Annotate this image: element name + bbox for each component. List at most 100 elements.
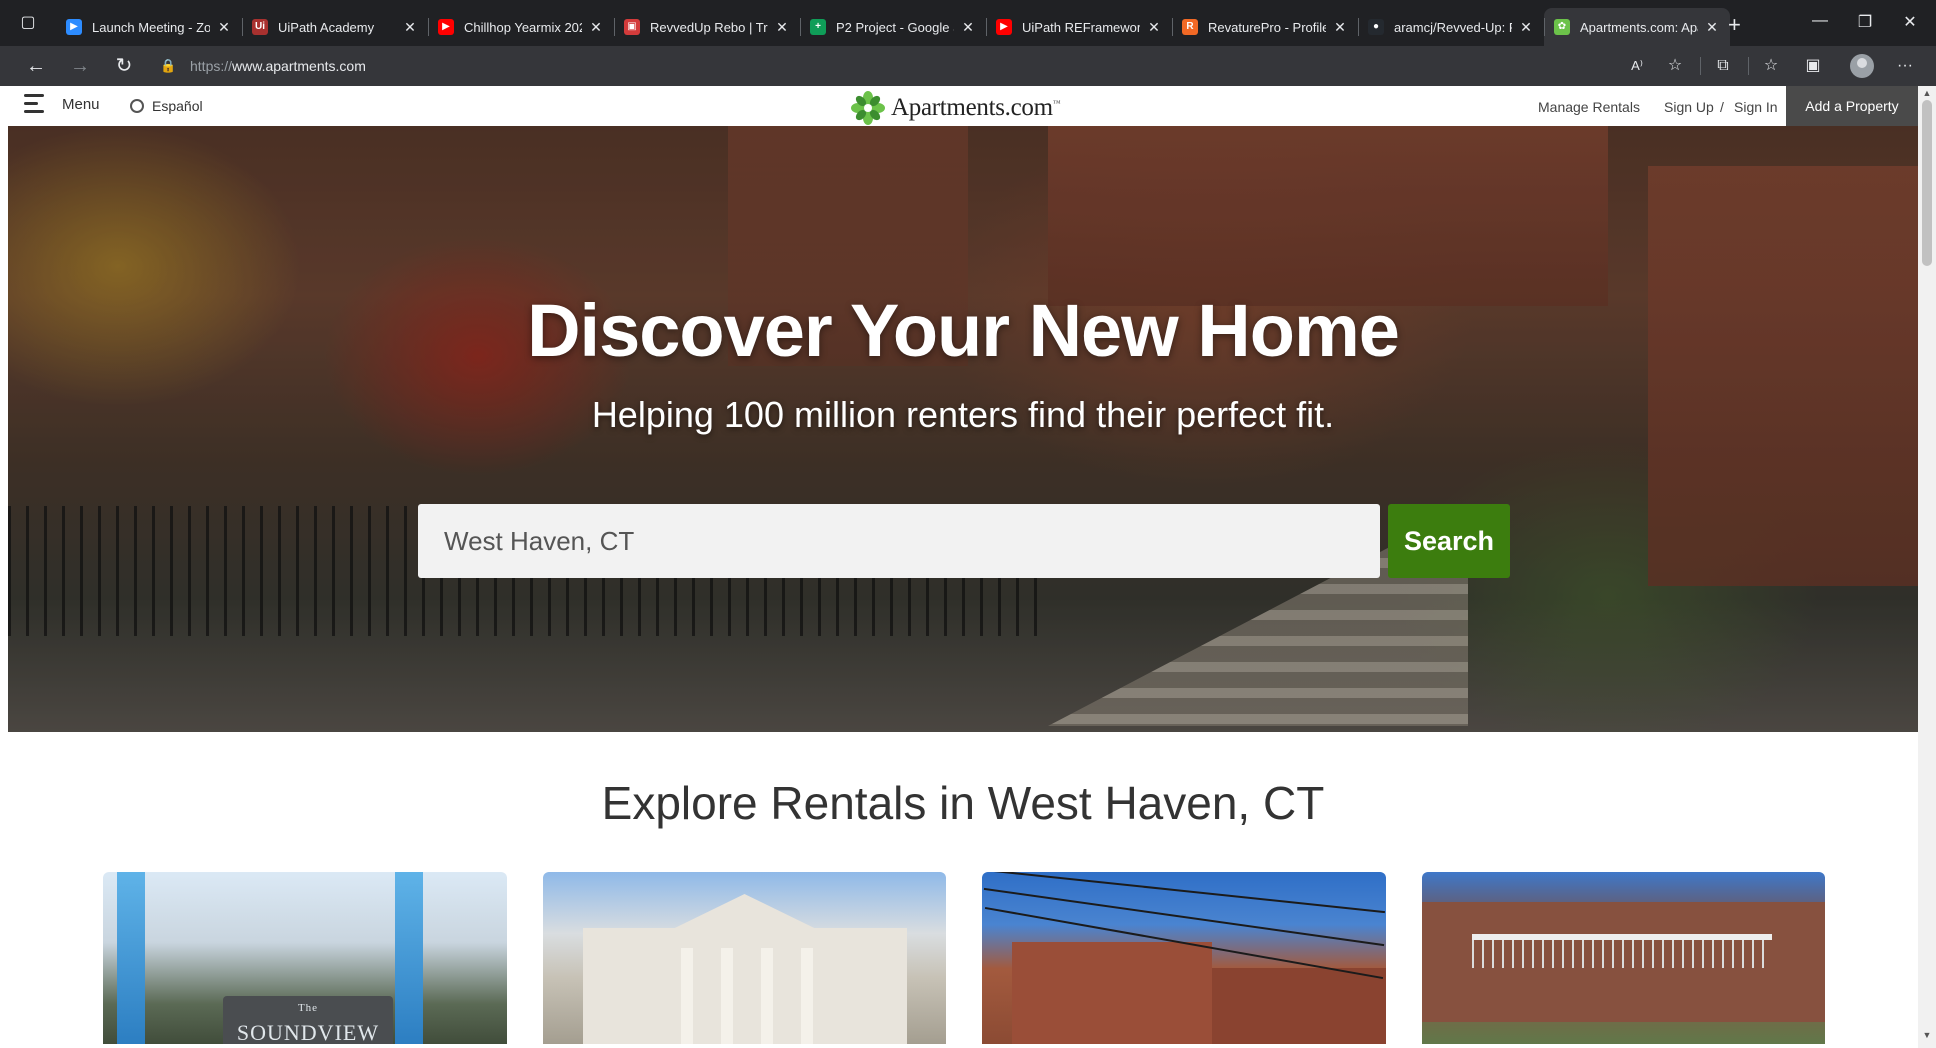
building-pediment (662, 894, 827, 934)
url-protocol: https:// (190, 58, 233, 74)
collections-icon[interactable]: ▣ (1802, 55, 1824, 77)
tab-close-icon[interactable]: ✕ (588, 19, 604, 36)
tab-actions-icon[interactable]: ▢ (18, 13, 38, 33)
tab-title: Chillhop Yearmix 2021 (464, 19, 582, 35)
minimize-button[interactable]: — (1810, 12, 1830, 30)
extensions-icon[interactable]: ⧉ (1712, 55, 1734, 77)
lock-icon[interactable]: 🔒 (160, 58, 176, 74)
tab-title: RevaturePro - Profile (1208, 19, 1326, 35)
browser-tab[interactable]: ● aramcj/Revved-Up: Re ✕ (1358, 8, 1544, 46)
add-favorite-icon[interactable]: ☆ (1664, 55, 1686, 77)
address-bar: ← → ↻ 🔒 https:// www.apartments.com A⁾ ☆… (0, 46, 1936, 86)
browser-tab[interactable]: Ui UiPath Academy ✕ (242, 8, 428, 46)
favorites-icon[interactable]: ☆ (1760, 55, 1782, 77)
url-host: www.apartments.com (232, 58, 366, 74)
tab-close-icon[interactable]: ✕ (960, 19, 976, 36)
page-scrollbar[interactable]: ▲ ▼ (1918, 86, 1936, 1048)
search-button[interactable]: Search (1388, 504, 1510, 578)
site-logo[interactable]: Apartments.com™ (851, 91, 1061, 125)
tab-favicon-icon: Ui (252, 19, 268, 35)
building-column (680, 948, 693, 1044)
rental-card-image[interactable] (1421, 872, 1825, 1044)
rental-cards: The SOUNDVIEW (103, 872, 1825, 1044)
tab-close-icon[interactable]: ✕ (1518, 19, 1534, 36)
tab-favicon-icon: ▶ (438, 19, 454, 35)
building-facade (582, 928, 907, 1044)
sign-up-link[interactable]: Sign Up (1664, 99, 1714, 115)
tab-title: UiPath Academy (278, 19, 375, 35)
explore-title: Explore Rentals in West Haven, CT (601, 777, 1325, 829)
tab-title: RevvedUp Rebo | Trello (650, 19, 768, 35)
tab-close-icon[interactable]: ✕ (1332, 19, 1348, 36)
tab-close-icon[interactable]: ✕ (1146, 19, 1162, 36)
brick-wall (1212, 968, 1386, 1044)
tab-title: P2 Project - Google Sheets (836, 19, 954, 35)
globe-icon (130, 99, 144, 113)
rental-card-image[interactable] (982, 872, 1386, 1044)
rental-card-image[interactable] (542, 872, 946, 1044)
browser-tab-bar: ▢ ▶ Launch Meeting - Zoom ✕ Ui UiPath Academ… (0, 0, 1936, 46)
restore-button[interactable]: ❐ (1855, 12, 1875, 32)
page-viewport: Menu Español Apartments.com™ Manage Rent… (8, 86, 1918, 1044)
tab-favicon-icon: ● (1368, 19, 1384, 35)
tab-close-icon[interactable]: ✕ (1704, 19, 1720, 36)
site-header: Menu Español Apartments.com™ Manage Rent… (8, 86, 1918, 126)
browser-tab[interactable]: + P2 Project - Google Sheets ✕ (800, 8, 986, 46)
url-field[interactable]: 🔒 https:// www.apartments.com (160, 50, 1700, 82)
tab-close-icon[interactable]: ✕ (216, 19, 232, 36)
browser-tab[interactable]: ✿ Apartments.com: Apar ✕ (1544, 8, 1730, 46)
tab-title: Apartments.com: Apar (1580, 19, 1698, 35)
toolbar-divider (1700, 57, 1701, 75)
apartments-logo-icon (851, 91, 885, 125)
read-aloud-icon[interactable]: A⁾ (1626, 55, 1648, 77)
tab-favicon-icon: ▣ (624, 19, 640, 35)
logo-text: Apartments.com™ (891, 94, 1061, 121)
location-search-input[interactable] (418, 504, 1380, 578)
tab-title: aramcj/Revved-Up: Re (1394, 19, 1512, 35)
browser-tab[interactable]: ▶ Launch Meeting - Zoom ✕ (56, 8, 242, 46)
rental-card-image[interactable]: The SOUNDVIEW (103, 872, 507, 1044)
tab-favicon-icon: ✿ (1554, 19, 1570, 35)
hamburger-icon (24, 94, 46, 114)
tab-close-icon[interactable]: ✕ (774, 19, 790, 36)
scroll-down-arrow-icon[interactable]: ▼ (1921, 1030, 1933, 1040)
tab-title: Launch Meeting - Zoom (92, 19, 210, 35)
back-button[interactable]: ← (24, 54, 48, 78)
building-column (720, 948, 733, 1044)
forward-button[interactable]: → (68, 54, 92, 78)
menu-label: Menu (62, 95, 100, 113)
language-label: Español (152, 98, 203, 114)
banner-flag (395, 872, 423, 1044)
more-menu-icon[interactable]: ··· (1894, 55, 1916, 77)
browser-tab[interactable]: R RevaturePro - Profile ✕ (1172, 8, 1358, 46)
hero-title: Discover Your New Home (527, 289, 1400, 372)
tab-strip: ▶ Launch Meeting - Zoom ✕ Ui UiPath Academy ✕… (56, 8, 1730, 46)
close-window-button[interactable]: ✕ (1900, 12, 1920, 32)
sign-in-link[interactable]: Sign In (1734, 99, 1778, 115)
power-line (983, 872, 1385, 914)
profile-avatar-icon[interactable] (1850, 54, 1874, 78)
manage-rentals-link[interactable]: Manage Rentals (1538, 99, 1640, 115)
language-toggle[interactable]: Español (130, 98, 203, 114)
browser-tab[interactable]: ▶ Chillhop Yearmix 2021 ✕ (428, 8, 614, 46)
hero-subtitle: Helping 100 million renters find their p… (591, 394, 1335, 435)
tab-favicon-icon: R (1182, 19, 1198, 35)
scroll-up-arrow-icon[interactable]: ▲ (1921, 88, 1933, 98)
scrollbar-thumb[interactable] (1922, 100, 1932, 266)
auth-divider: / (1720, 99, 1724, 115)
tab-favicon-icon: ▶ (996, 19, 1012, 35)
tab-title: UiPath REFramework - (1022, 19, 1140, 35)
new-tab-button[interactable]: + (1728, 12, 1741, 38)
tab-favicon-icon: ▶ (66, 19, 82, 35)
property-sign: The SOUNDVIEW (223, 996, 393, 1044)
add-property-button[interactable]: Add a Property (1786, 86, 1918, 126)
browser-tab[interactable]: ▶ UiPath REFramework - ✕ (986, 8, 1172, 46)
building-column (800, 948, 813, 1044)
browser-tab[interactable]: ▣ RevvedUp Rebo | Trello ✕ (614, 8, 800, 46)
building-column (760, 948, 773, 1044)
banner-flag (117, 872, 145, 1044)
tab-close-icon[interactable]: ✕ (402, 19, 418, 36)
brick-wall (1012, 942, 1212, 1044)
menu-button[interactable]: Menu (24, 94, 100, 114)
reload-button[interactable]: ↻ (112, 54, 136, 78)
